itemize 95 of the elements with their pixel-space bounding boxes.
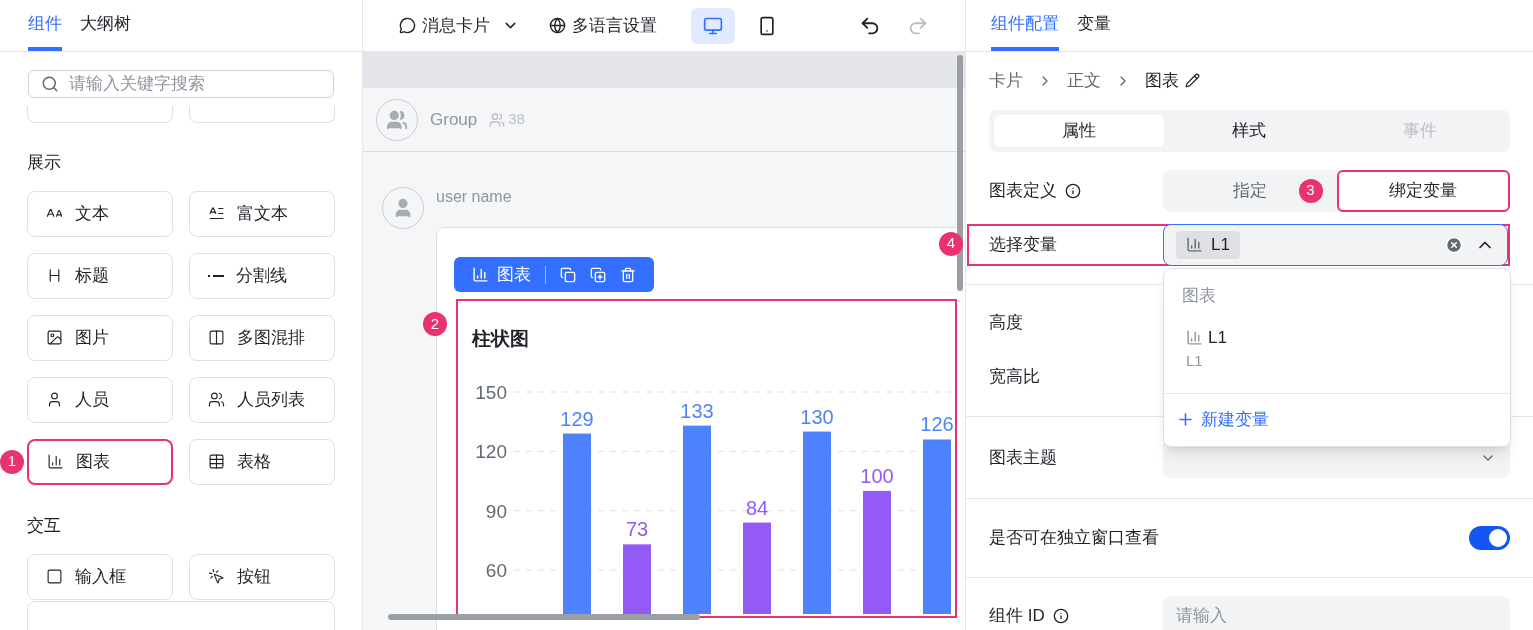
data-label: 73 — [625, 518, 649, 541]
group-name: Group — [430, 108, 478, 131]
search-input[interactable]: 请输入关键字搜索 — [69, 71, 321, 97]
component-card[interactable]: 人员 — [27, 376, 173, 423]
members-icon — [489, 111, 506, 128]
desktop-icon — [703, 15, 723, 36]
y-tick-label: 150 — [475, 382, 507, 403]
pointer-click-icon — [208, 568, 225, 585]
field-label: 图表定义 — [989, 179, 1057, 202]
panel-tab[interactable]: 大纲树 — [80, 0, 131, 51]
field-label: 图表主题 — [989, 447, 1057, 467]
bar-chart-icon — [1186, 328, 1203, 346]
rich-text-icon — [208, 205, 225, 222]
bar-chart-icon — [472, 266, 489, 283]
component-card[interactable]: 人员列表 — [189, 376, 335, 423]
y-tick-label: 90 — [485, 500, 507, 522]
image-icon — [46, 329, 63, 346]
annotation-badge: 3 — [1298, 178, 1323, 203]
language-settings-button[interactable]: 多语言设置 — [549, 12, 657, 39]
mode-option[interactable]: 绑定变量 — [1336, 169, 1510, 212]
horizontal-scrollbar[interactable] — [388, 614, 700, 620]
breadcrumb-item: 图表 — [1145, 70, 1179, 92]
panel-tab[interactable]: 组件 — [28, 0, 62, 51]
component-card[interactable]: 按钮 — [189, 553, 335, 600]
option-label: L1 — [1208, 326, 1227, 349]
component-card[interactable]: 表格 — [189, 438, 335, 485]
input-box-icon — [46, 568, 63, 585]
annotation-badge: 2 — [423, 312, 447, 336]
panel-tab[interactable]: 组件配置 — [991, 0, 1059, 51]
field-label: 宽高比 — [989, 366, 1040, 386]
device-toggle[interactable] — [691, 7, 735, 44]
data-label: 133 — [680, 399, 714, 422]
variable-option[interactable]: L1 L1 — [1164, 324, 1510, 393]
data-label: 129 — [560, 407, 594, 430]
field-label: 选择变量 — [989, 234, 1057, 254]
variable-select[interactable]: L1 — [1163, 223, 1508, 266]
panel-tab[interactable]: 变量 — [1077, 0, 1111, 51]
info-icon[interactable] — [1065, 182, 1081, 199]
component-card[interactable]: 多图混排 — [189, 314, 335, 361]
copy-icon[interactable] — [560, 266, 576, 283]
component-card[interactable]: 图片 — [27, 314, 173, 361]
people-icon — [386, 108, 408, 131]
section-title: 展示 — [26, 152, 62, 173]
breadcrumb-item[interactable]: 卡片 — [989, 68, 1023, 94]
data-label: 126 — [920, 413, 954, 436]
bar-chart-icon — [47, 453, 64, 470]
component-card[interactable]: 标题 — [27, 252, 173, 299]
breadcrumb-item[interactable]: 正文 — [1067, 68, 1101, 94]
plus-icon — [1176, 410, 1195, 429]
component-card[interactable]: 富文本 — [189, 190, 335, 237]
new-variable-button[interactable]: 新建变量 — [1164, 393, 1510, 446]
columns-icon — [208, 329, 225, 346]
pencil-icon[interactable] — [1185, 73, 1200, 89]
chat-bubble-icon — [399, 17, 416, 34]
person-icon — [46, 391, 63, 408]
bar-chart: 60 90 120 150 129 133 130 126 73 84 100 — [458, 364, 955, 614]
dash-icon — [208, 273, 224, 278]
field-label: 组件 ID — [989, 604, 1045, 627]
phone-icon — [757, 15, 777, 36]
data-label: 100 — [860, 464, 894, 487]
y-tick-label: 120 — [475, 441, 507, 463]
data-label: 84 — [745, 496, 769, 519]
card-type-dropdown[interactable]: 消息卡片 — [399, 12, 519, 39]
y-tick-label: 60 — [485, 560, 507, 582]
bar-chart-icon — [1186, 236, 1203, 253]
option-description: L1 — [1186, 351, 1204, 371]
duplicate-icon[interactable] — [590, 266, 606, 283]
field-label: 是否可在独立窗口查看 — [989, 526, 1159, 549]
component-card[interactable]: 分割线 — [189, 252, 335, 299]
globe-icon — [549, 17, 566, 34]
chart-title: 柱状图 — [472, 327, 530, 351]
selected-chart-frame[interactable]: 柱状图 60 90 120 150 129 133 130 126 73 84 100 — [456, 299, 957, 618]
delete-icon[interactable] — [620, 266, 636, 283]
people-icon — [208, 391, 225, 408]
annotation-badge: 1 — [0, 449, 24, 474]
dropdown-group-label: 图表 — [1182, 285, 1217, 307]
clear-icon[interactable] — [1445, 235, 1463, 254]
table-icon — [208, 453, 225, 470]
component-card[interactable]: 图表 — [27, 438, 173, 485]
variable-tag: L1 — [1176, 230, 1240, 259]
component-card[interactable]: 输入框 — [27, 553, 173, 600]
vertical-scrollbar[interactable] — [957, 55, 963, 291]
info-icon[interactable] — [1052, 607, 1069, 624]
section-title: 交互 — [26, 515, 62, 536]
field-label: 高度 — [989, 312, 1023, 332]
chart-component-label: 图表 — [472, 261, 531, 288]
sender-name: user name — [436, 187, 513, 207]
toggle-switch[interactable] — [1469, 525, 1510, 550]
member-count: 38 — [489, 108, 525, 131]
component-id-input[interactable]: 请输入 — [1163, 595, 1510, 630]
component-card[interactable]: 文本 — [27, 190, 173, 237]
segment-tab[interactable]: 属性 — [994, 114, 1165, 147]
data-label: 130 — [800, 405, 834, 428]
segment-tab[interactable]: 样式 — [1164, 114, 1335, 147]
search-field[interactable]: 请输入关键字搜索 — [28, 70, 334, 98]
